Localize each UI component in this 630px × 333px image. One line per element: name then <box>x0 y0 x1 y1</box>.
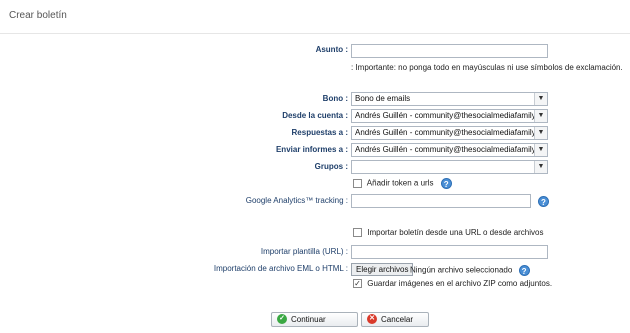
analytics-label: Google Analytics™ tracking : <box>245 196 348 205</box>
eml-label: Importación de archivo EML o HTML : <box>213 264 348 273</box>
asunto-hint: : Importante: no ponga todo en mayúscula… <box>351 63 623 72</box>
chevron-down-icon[interactable]: ▼ <box>534 93 547 105</box>
continue-button[interactable]: ✓ Continuar <box>271 312 358 327</box>
x-circle-icon: ✕ <box>367 314 377 325</box>
continue-label: Continuar <box>291 315 326 324</box>
importar-row: Importar boletín desde una URL o desde a… <box>353 228 543 240</box>
bono-label: Bono : <box>322 94 348 103</box>
desde-selected-value: Andrés Guillén - community@thesocialmedi… <box>355 111 548 120</box>
help-icon[interactable]: ? <box>538 196 549 207</box>
file-status-text: Ningún archivo seleccionado <box>410 265 513 275</box>
bono-select[interactable]: Bono de emails ▼ <box>351 92 548 106</box>
importar-label: Importar boletín desde una URL o desde a… <box>367 228 544 237</box>
chevron-down-icon[interactable]: ▼ <box>534 127 547 139</box>
asunto-input[interactable] <box>351 44 548 58</box>
informes-label: Enviar informes a : <box>275 145 348 154</box>
respuestas-label: Respuestas a : <box>291 128 348 137</box>
bono-selected-value: Bono de emails <box>355 94 411 103</box>
file-status: Ningún archivo seleccionado ? <box>410 265 530 276</box>
desde-label: Desde la cuenta : <box>282 111 348 120</box>
grupos-label: Grupos : <box>314 162 348 171</box>
desde-select[interactable]: Andrés Guillén - community@thesocialmedi… <box>351 109 548 123</box>
help-icon[interactable]: ? <box>518 265 530 276</box>
choose-files-button[interactable]: Elegir archivos <box>351 263 414 276</box>
token-row: Añadir token a urls ? <box>353 178 452 190</box>
respuestas-select[interactable]: Andrés Guillén - community@thesocialmedi… <box>351 126 548 140</box>
grupos-select[interactable]: ▼ <box>351 160 548 174</box>
chevron-down-icon[interactable]: ▼ <box>534 161 547 173</box>
chevron-down-icon[interactable]: ▼ <box>534 110 547 122</box>
zip-label: Guardar imágenes en el archivo ZIP como … <box>367 279 553 288</box>
respuestas-selected-value: Andrés Guillén - community@thesocialmedi… <box>355 128 548 137</box>
cancel-label: Cancelar <box>381 315 414 324</box>
importar-checkbox[interactable] <box>353 228 362 238</box>
help-icon[interactable]: ? <box>440 178 452 189</box>
token-label: Añadir token a urls <box>366 178 434 188</box>
dialog-title: Crear boletín <box>9 10 67 21</box>
token-checkbox[interactable] <box>353 179 362 188</box>
plantilla-input[interactable] <box>351 245 548 259</box>
chevron-down-icon[interactable]: ▼ <box>534 144 547 156</box>
zip-checkbox[interactable]: ✓ <box>353 279 362 289</box>
zip-row: ✓ Guardar imágenes en el archivo ZIP com… <box>353 279 552 291</box>
check-circle-icon: ✓ <box>277 314 287 325</box>
asunto-label: Asunto : <box>315 45 348 54</box>
informes-selected-value: Andrés Guillén - community@thesocialmedi… <box>355 145 548 154</box>
informes-select[interactable]: Andrés Guillén - community@thesocialmedi… <box>351 143 548 157</box>
plantilla-label: Importar plantilla (URL) : <box>260 247 348 256</box>
cancel-button[interactable]: ✕ Cancelar <box>361 312 429 327</box>
analytics-input[interactable] <box>351 194 531 208</box>
dialog-header: Crear boletín <box>0 0 630 34</box>
